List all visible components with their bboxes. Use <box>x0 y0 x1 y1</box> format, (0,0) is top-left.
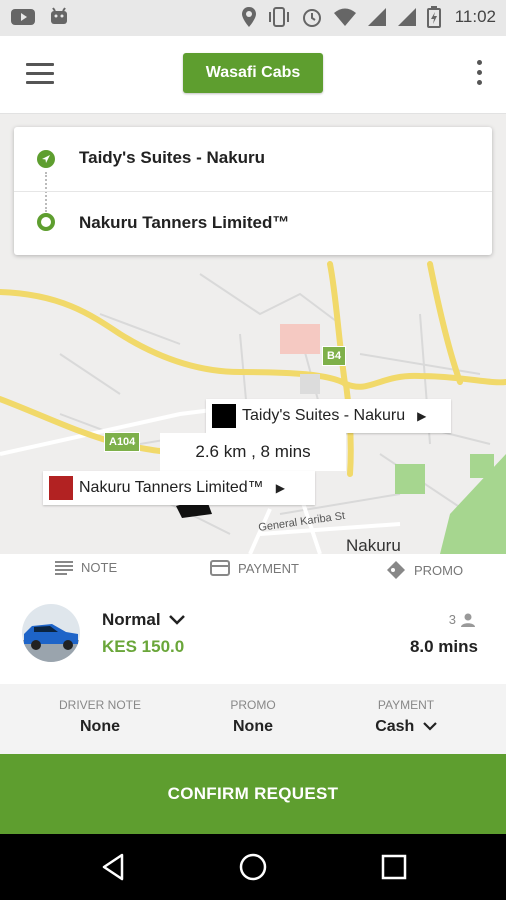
person-icon <box>461 613 475 627</box>
payment-summary[interactable]: PAYMENT Cash <box>346 698 466 736</box>
more-options-icon[interactable] <box>474 60 484 88</box>
pickup-map-label-text: Taidy's Suites - Nakuru <box>242 407 406 424</box>
car-icon <box>22 604 80 662</box>
pickup-location-row[interactable]: Taidy's Suites - Nakuru <box>14 127 492 189</box>
tab-promo[interactable]: PROMO <box>386 560 463 580</box>
promo-label: PROMO <box>230 698 276 712</box>
confirm-request-button[interactable]: CONFIRM REQUEST <box>0 754 506 834</box>
brand-button[interactable]: Wasafi Cabs <box>183 53 323 93</box>
dropoff-location-row[interactable]: Nakuru Tanners Limited™ <box>14 191 492 253</box>
signal-icon <box>397 8 416 26</box>
vibrate-icon <box>268 7 289 27</box>
android-icon <box>51 7 67 24</box>
driver-note-summary[interactable]: DRIVER NOTE None <box>40 698 160 736</box>
status-bar: 11:02 <box>0 0 506 36</box>
payment-selector: Cash <box>346 718 466 736</box>
tab-note-label: NOTE <box>81 560 118 575</box>
recents-icon[interactable] <box>378 851 410 883</box>
tab-payment-label: PAYMENT <box>238 560 299 576</box>
ride-option-card[interactable]: Normal KES 150.0 3 8.0 mins <box>0 590 506 684</box>
distance-time-label: 2.6 km , 8 mins <box>160 433 346 471</box>
payment-value: Cash <box>375 718 415 735</box>
driver-note-label: DRIVER NOTE <box>58 698 141 712</box>
seat-count: 3 <box>449 612 476 627</box>
signal-icon <box>367 8 386 26</box>
promo-value: None <box>233 718 273 735</box>
tab-note[interactable]: NOTE <box>55 560 117 575</box>
home-icon[interactable] <box>237 851 269 883</box>
caret-right-icon: ▶ <box>417 409 427 423</box>
clock: 11:02 <box>454 7 496 26</box>
back-icon[interactable] <box>98 851 130 883</box>
battery-icon <box>426 6 441 28</box>
dropoff-location-text: Nakuru Tanners Limited™ <box>79 212 290 232</box>
app-bar: Wasafi Cabs <box>0 36 506 114</box>
alarm-icon <box>302 9 321 27</box>
pickup-marker-square <box>212 404 236 428</box>
pickup-location-text: Taidy's Suites - Nakuru <box>79 148 266 167</box>
payment-label: PAYMENT <box>377 698 435 712</box>
promo-summary[interactable]: PROMO None <box>193 698 313 736</box>
note-icon <box>55 560 73 575</box>
dropoff-marker-square <box>49 476 73 500</box>
road-badge-a104: A104 <box>104 432 141 452</box>
road-badge-b4: B4 <box>322 346 347 366</box>
ride-type-selector[interactable]: Normal <box>102 610 185 630</box>
ride-type-name: Normal <box>102 610 161 629</box>
chevron-down-icon <box>168 615 185 625</box>
city-name: Nakuru <box>346 536 401 554</box>
dropoff-map-label-text: Nakuru Tanners Limited™ <box>79 479 264 496</box>
seat-count-value: 3 <box>448 612 456 627</box>
dropoff-circle-icon <box>37 213 55 231</box>
driver-note-value: None <box>80 718 120 735</box>
menu-icon[interactable] <box>26 63 54 85</box>
wifi-icon <box>333 8 356 26</box>
ride-eta: 8.0 mins <box>409 637 478 656</box>
youtube-icon <box>11 9 35 25</box>
pickup-navigation-icon <box>37 150 55 168</box>
caret-right-icon: ▶ <box>275 481 285 495</box>
credit-card-icon <box>210 560 230 576</box>
tab-payment[interactable]: PAYMENT <box>210 560 299 576</box>
request-summary: DRIVER NOTE None PROMO None PAYMENT Cash <box>0 684 506 754</box>
system-navigation-bar <box>0 834 506 900</box>
option-tabs: NOTE PAYMENT PROMO <box>0 554 506 584</box>
location-icon <box>241 7 256 27</box>
pickup-map-label[interactable]: Taidy's Suites - Nakuru ▶ <box>206 399 451 433</box>
ride-price: KES 150.0 <box>102 637 185 656</box>
route-card: Taidy's Suites - Nakuru Nakuru Tanners L… <box>14 127 492 255</box>
tab-promo-label: PROMO <box>414 562 464 578</box>
tag-icon <box>387 561 405 579</box>
chevron-down-icon <box>423 722 437 731</box>
dropoff-map-label[interactable]: Nakuru Tanners Limited™ ▶ <box>43 471 315 505</box>
